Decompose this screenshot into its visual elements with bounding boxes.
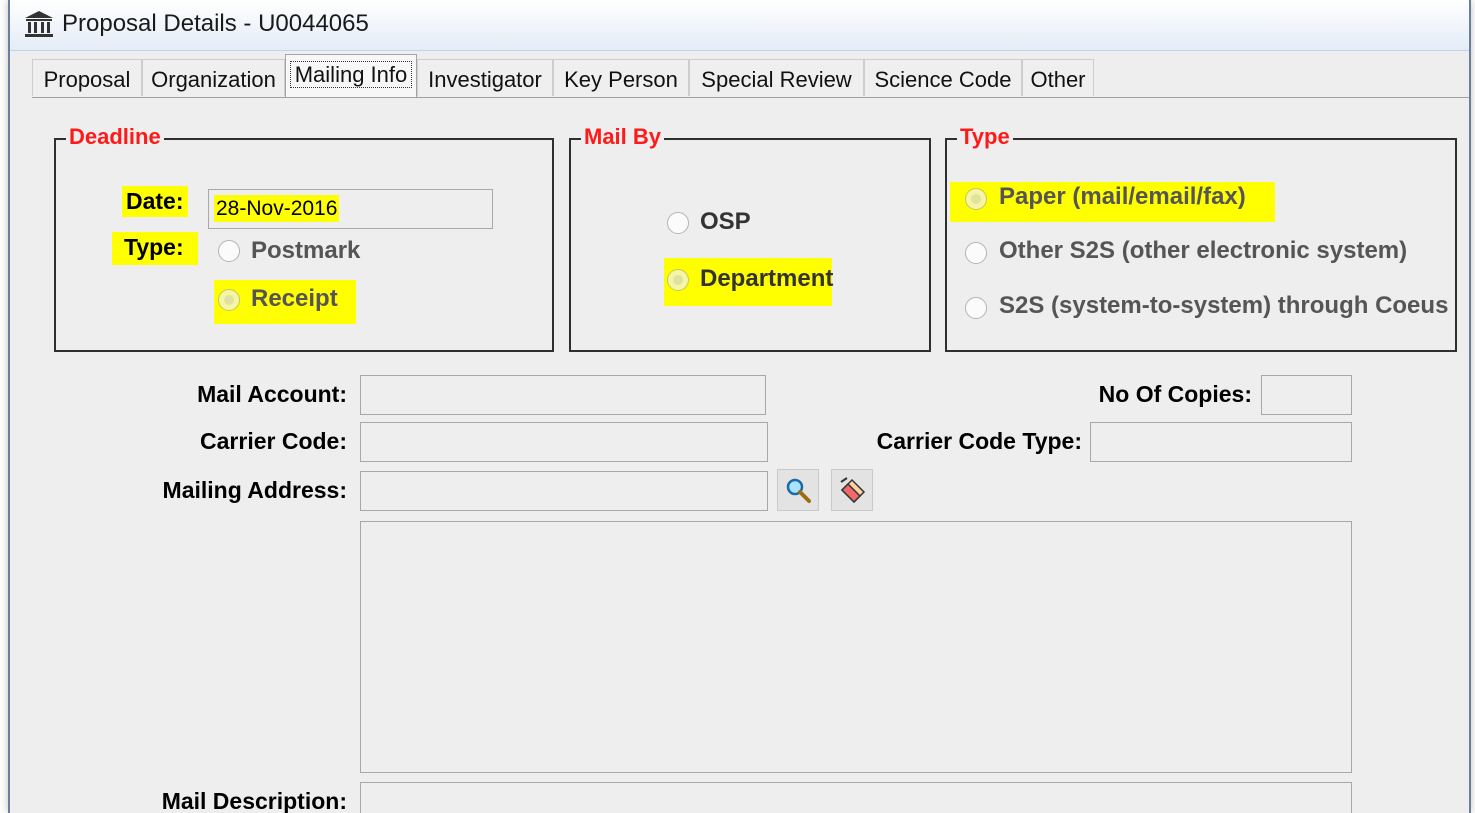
tab-proposal[interactable]: Proposal (32, 59, 142, 96)
building-icon (24, 10, 54, 38)
deadline-date-field[interactable]: 28-Nov-2016 (208, 189, 493, 229)
department-radio[interactable] (667, 269, 689, 291)
paper-radio[interactable] (965, 188, 987, 210)
clear-address-button[interactable] (831, 469, 873, 511)
carrier-code-type-label: Carrier Code Type: (876, 428, 1082, 454)
no-of-copies-field[interactable] (1261, 375, 1352, 415)
mailing-address-label: Mailing Address: (162, 477, 347, 503)
mailing-address-textarea[interactable] (360, 521, 1352, 773)
deadline-legend: Deadline (66, 124, 164, 150)
no-of-copies-label: No Of Copies: (1098, 381, 1252, 407)
other-s2s-label: Other S2S (other electronic system) (999, 237, 1408, 264)
mail-description-field[interactable] (360, 782, 1352, 813)
tab-mailing-info[interactable]: Mailing Info (285, 54, 417, 97)
tab-science-code[interactable]: Science Code (864, 59, 1022, 96)
search-address-button[interactable] (777, 469, 819, 511)
mail-description-label: Mail Description: (161, 788, 347, 813)
receipt-label: Receipt (251, 285, 338, 312)
tab-key-person[interactable]: Key Person (553, 59, 689, 96)
s2s-coeus-label: S2S (system-to-system) through Coeus (999, 292, 1449, 319)
type-legend: Type (957, 124, 1013, 150)
carrier-code-field[interactable] (360, 422, 768, 462)
paper-label: Paper (mail/email/fax) (999, 183, 1246, 210)
tab-special-review[interactable]: Special Review (689, 59, 864, 96)
carrier-code-label: Carrier Code: (200, 428, 347, 454)
tab-organization[interactable]: Organization (142, 59, 285, 96)
mail-by-legend: Mail By (581, 124, 665, 150)
window-title: Proposal Details - U0044065 (62, 10, 369, 37)
title-bar: Proposal Details - U0044065 (10, 0, 1469, 51)
tab-other[interactable]: Other (1022, 59, 1094, 96)
osp-label: OSP (700, 208, 751, 235)
submission-type-group: Type Paper (mail/email/fax) Other S2S (o… (945, 124, 1457, 352)
receipt-radio[interactable] (218, 289, 240, 311)
mailing-info-panel: Deadline Date: 28-Nov-2016 Type: Postmar… (32, 98, 1469, 813)
date-label: Date: (122, 186, 188, 217)
eraser-icon (840, 477, 866, 504)
tab-investigator[interactable]: Investigator (417, 59, 553, 96)
s2s-coeus-radio[interactable] (965, 297, 987, 319)
type-label: Type: (112, 232, 198, 265)
mailing-address-field[interactable] (360, 471, 768, 511)
deadline-group: Deadline Date: 28-Nov-2016 Type: Postmar… (54, 124, 554, 352)
proposal-details-window: Proposal Details - U0044065 Proposal Org… (8, 0, 1471, 813)
tab-bar: Proposal Organization Mailing Info Inves… (32, 54, 1469, 98)
other-s2s-radio[interactable] (965, 242, 987, 264)
mail-account-field[interactable] (360, 375, 766, 415)
postmark-label: Postmark (251, 237, 361, 264)
department-label: Department (700, 265, 834, 292)
deadline-date-value: 28-Nov-2016 (214, 195, 340, 222)
osp-radio[interactable] (667, 212, 689, 234)
postmark-radio[interactable] (218, 240, 240, 262)
carrier-code-type-field[interactable] (1090, 422, 1352, 462)
search-icon (786, 478, 811, 503)
mail-by-group: Mail By OSP Department (569, 124, 931, 352)
mail-account-label: Mail Account: (197, 381, 347, 407)
